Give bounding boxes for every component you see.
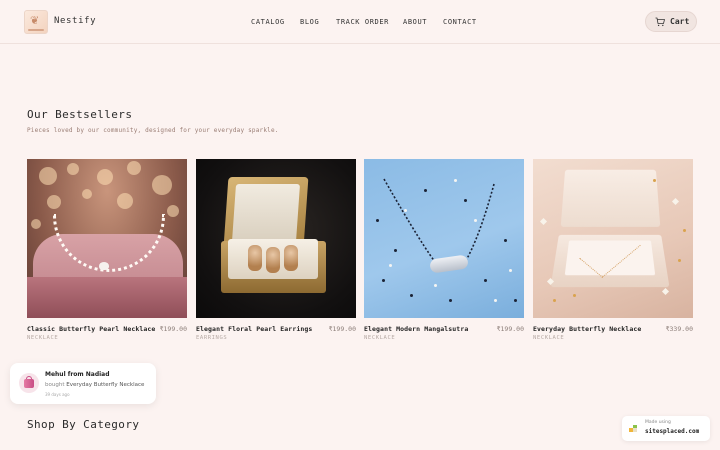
product-card[interactable]: Elegant Floral Pearl Earrings ₹199.00 EA… xyxy=(196,159,356,345)
product-card[interactable]: Classic Butterfly Pearl Necklace ₹199.00… xyxy=(27,159,187,345)
product-card[interactable]: Everyday Butterfly Necklace ₹339.00 NECK… xyxy=(533,159,693,345)
made-using-badge[interactable]: Made using sitesplaced.com xyxy=(622,416,710,441)
toast-message: bought Everyday Butterfly Necklace xyxy=(45,382,144,388)
product-price: ₹199.00 xyxy=(496,325,524,333)
shopping-bag-icon xyxy=(19,373,39,393)
nav-contact[interactable]: CONTACT xyxy=(443,18,477,26)
product-category: EARRINGS xyxy=(196,335,228,341)
badge-site: sitesplaced.com xyxy=(645,428,700,435)
site-header: ❦ Nestify CATALOG BLOG TRACK ORDER ABOUT… xyxy=(0,0,720,44)
toast-product: Everyday Butterfly Necklace xyxy=(66,382,145,388)
product-card[interactable]: Elegant Modern Mangalsutra ₹199.00 NECKL… xyxy=(364,159,524,345)
product-category: NECKLACE xyxy=(533,335,565,341)
sitesplaced-icon xyxy=(629,425,637,432)
product-image-mangalsutra[interactable] xyxy=(364,159,524,318)
nav-catalog[interactable]: CATALOG xyxy=(251,18,285,26)
nav-about[interactable]: ABOUT xyxy=(403,18,427,26)
product-price: ₹339.00 xyxy=(665,325,693,333)
product-name[interactable]: Elegant Modern Mangalsutra xyxy=(364,325,468,333)
cart-label: Cart xyxy=(670,17,690,26)
main-nav: CATALOG BLOG TRACK ORDER ABOUT CONTACT xyxy=(0,18,720,30)
product-name[interactable]: Elegant Floral Pearl Earrings xyxy=(196,325,312,333)
bestsellers-title: Our Bestsellers xyxy=(27,108,133,121)
product-image-pearl-necklace[interactable] xyxy=(27,159,187,318)
recent-purchase-toast[interactable]: Mehul from Nadiad bought Everyday Butter… xyxy=(10,363,156,404)
badge-caption: Made using xyxy=(645,420,671,425)
cart-icon xyxy=(655,17,665,27)
product-image-butterfly-necklace[interactable] xyxy=(533,159,693,318)
nav-track-order[interactable]: TRACK ORDER xyxy=(336,18,389,26)
product-price: ₹199.00 xyxy=(328,325,356,333)
toast-buyer: Mehul from Nadiad xyxy=(45,371,110,378)
nav-blog[interactable]: BLOG xyxy=(300,18,319,26)
product-category: NECKLACE xyxy=(27,335,59,341)
toast-bought-label: bought xyxy=(45,382,65,388)
shop-by-category-title: Shop By Category xyxy=(27,418,140,431)
product-category: NECKLACE xyxy=(364,335,396,341)
product-price: ₹199.00 xyxy=(159,325,187,333)
toast-time: 39 days ago xyxy=(45,392,70,397)
product-name[interactable]: Classic Butterfly Pearl Necklace xyxy=(27,325,155,333)
bestsellers-subtitle: Pieces loved by our community, designed … xyxy=(27,127,279,134)
product-image-pearl-earrings[interactable] xyxy=(196,159,356,318)
cart-button[interactable]: Cart xyxy=(645,11,697,32)
product-name[interactable]: Everyday Butterfly Necklace xyxy=(533,325,641,333)
